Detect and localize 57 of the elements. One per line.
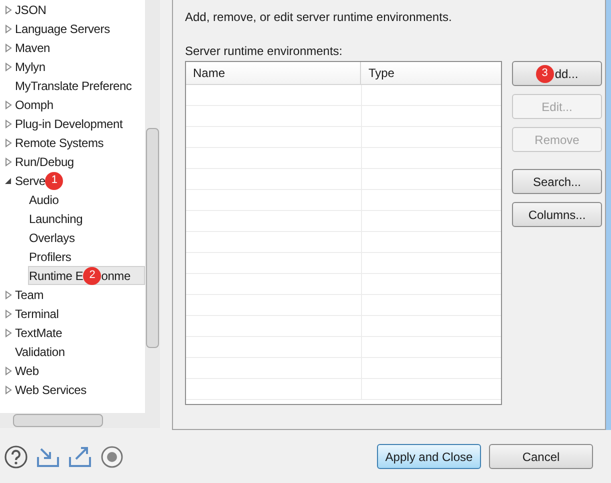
tree-item[interactable]: Language Servers xyxy=(0,19,145,38)
expand-icon[interactable] xyxy=(3,156,13,166)
tree-item[interactable]: Audio xyxy=(28,190,145,209)
number-badge: 2 xyxy=(83,266,102,284)
expand-icon[interactable] xyxy=(3,62,13,72)
expand-icon[interactable] xyxy=(3,308,13,318)
expand-icon[interactable] xyxy=(3,328,13,338)
action-button[interactable]: Search... xyxy=(512,169,602,194)
page-description: Add, remove, or edit server runtime environments. xyxy=(185,9,453,26)
action-button[interactable]: 3 dd... xyxy=(512,61,602,86)
tree-item[interactable]: Web xyxy=(0,361,145,380)
tree-item[interactable]: Runtime E 2 onme xyxy=(28,266,145,285)
scroll-thumb[interactable] xyxy=(146,128,159,348)
dialog-button[interactable]: Apply and Close xyxy=(377,444,481,469)
expand-icon[interactable] xyxy=(3,290,13,300)
tree-item[interactable]: Plug-in Development xyxy=(0,114,145,133)
column-header[interactable]: Type xyxy=(361,62,501,84)
tree-item[interactable]: Remote Systems xyxy=(0,133,145,152)
expand-icon[interactable] xyxy=(3,42,13,52)
tree-item[interactable]: Profilers xyxy=(28,247,145,266)
number-badge: 1 xyxy=(45,172,64,190)
tree-item[interactable]: Validation xyxy=(0,342,145,361)
tree-item-label: Runtime E xyxy=(29,268,84,284)
tree-item[interactable]: Serve 1 xyxy=(0,171,145,190)
expand-icon[interactable] xyxy=(3,24,13,34)
expand-icon[interactable] xyxy=(3,384,13,394)
tree-item[interactable]: Team xyxy=(0,285,145,304)
column-header[interactable]: Name xyxy=(186,62,362,84)
number-badge: 3 xyxy=(536,64,554,82)
tree-item[interactable]: TextMate xyxy=(0,323,145,342)
tree-item[interactable]: Overlays xyxy=(28,228,145,247)
expand-icon[interactable] xyxy=(3,118,13,128)
expand-icon[interactable] xyxy=(3,138,13,148)
tree-item[interactable]: Mylyn xyxy=(0,57,145,76)
tree-item[interactable]: Oomph xyxy=(0,95,145,114)
tree-item[interactable]: Web Services xyxy=(0,380,145,399)
tree-item[interactable]: Launching xyxy=(28,209,145,228)
help-icon[interactable] xyxy=(4,444,28,468)
tree-item[interactable]: JSON xyxy=(0,0,145,19)
action-button[interactable]: Columns... xyxy=(512,202,602,227)
tree-item-label: onme xyxy=(101,268,130,284)
tree-item[interactable]: Terminal xyxy=(0,304,145,323)
expand-icon[interactable] xyxy=(3,4,13,14)
table-label: Server runtime environments: xyxy=(185,43,344,60)
tree-item[interactable]: Run/Debug xyxy=(0,152,145,171)
tree-item[interactable]: MyTranslate Preferenc xyxy=(0,76,145,95)
vertical-scrollbar[interactable] xyxy=(145,0,160,413)
export-icon[interactable] xyxy=(68,444,92,468)
collapse-icon[interactable] xyxy=(3,176,13,186)
record-icon[interactable] xyxy=(100,444,124,468)
expand-icon[interactable] xyxy=(3,366,13,376)
expand-icon[interactable] xyxy=(3,100,13,110)
tree-item-label: Serve xyxy=(15,172,46,190)
scroll-thumb[interactable] xyxy=(13,414,103,427)
horizontal-scrollbar[interactable] xyxy=(0,413,160,428)
dialog-button[interactable]: Cancel xyxy=(489,444,593,469)
tree-item[interactable]: Maven xyxy=(0,38,145,57)
